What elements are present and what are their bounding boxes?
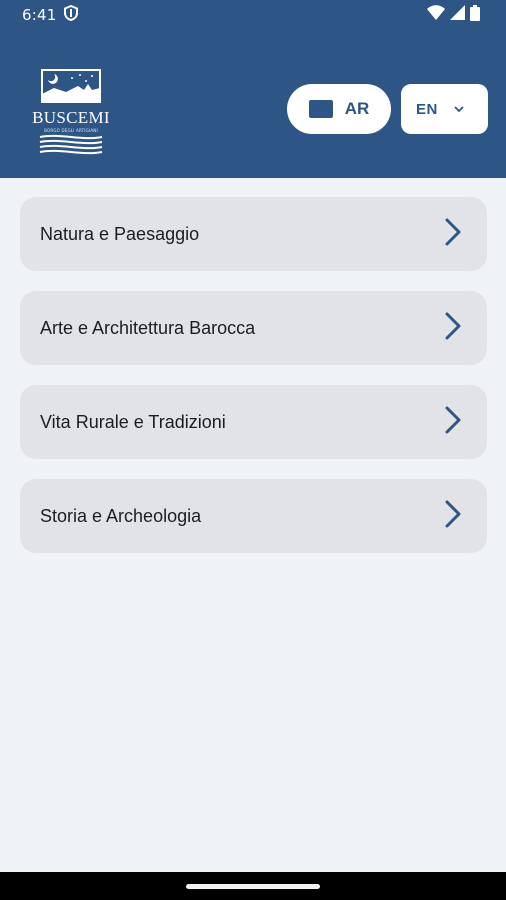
navigation-bar bbox=[0, 872, 506, 900]
category-card-arte[interactable]: Arte e Architettura Barocca bbox=[20, 291, 487, 365]
wifi-icon bbox=[427, 5, 445, 25]
category-label: Arte e Architettura Barocca bbox=[40, 317, 256, 338]
chevron-right-icon bbox=[445, 500, 461, 533]
signal-icon bbox=[450, 5, 465, 25]
status-left: 6:41 bbox=[22, 4, 79, 26]
ar-button[interactable]: AR bbox=[287, 84, 391, 134]
chevron-down-icon bbox=[454, 100, 464, 118]
logo-emblem bbox=[41, 69, 101, 103]
logo-subtitle: BORGO DEGLI ARTIGIANI bbox=[44, 128, 98, 133]
category-card-vita-rurale[interactable]: Vita Rurale e Tradizioni bbox=[20, 385, 487, 459]
category-label: Natura e Paesaggio bbox=[40, 223, 200, 244]
logo-waves bbox=[39, 134, 103, 155]
logo-name: BUSCEMI bbox=[32, 108, 110, 127]
ar-icon bbox=[308, 100, 333, 118]
category-label: Vita Rurale e Tradizioni bbox=[40, 411, 226, 432]
category-list: Natura e Paesaggio Arte e Architettura B… bbox=[20, 197, 487, 573]
language-select[interactable]: EN bbox=[401, 84, 488, 134]
buscemi-logo[interactable]: BUSCEMI BORGO DEGLI ARTIGIANI bbox=[26, 68, 116, 155]
ar-button-label: AR bbox=[344, 99, 370, 118]
status-bar: 6:41 bbox=[0, 0, 506, 30]
chevron-right-icon bbox=[445, 406, 461, 439]
category-card-natura[interactable]: Natura e Paesaggio bbox=[20, 197, 487, 271]
category-label: Storia e Archeologia bbox=[40, 505, 202, 526]
status-right bbox=[427, 4, 480, 26]
status-time: 6:41 bbox=[22, 6, 57, 24]
battery-icon bbox=[470, 4, 480, 26]
app-header: BUSCEMI BORGO DEGLI ARTIGIANI AR EN bbox=[0, 30, 506, 178]
language-value: EN bbox=[416, 100, 438, 118]
category-card-storia[interactable]: Storia e Archeologia bbox=[20, 479, 487, 553]
chevron-right-icon bbox=[445, 312, 461, 345]
shield-icon bbox=[64, 4, 79, 26]
home-gesture-handle[interactable] bbox=[186, 884, 320, 889]
chevron-right-icon bbox=[445, 218, 461, 251]
